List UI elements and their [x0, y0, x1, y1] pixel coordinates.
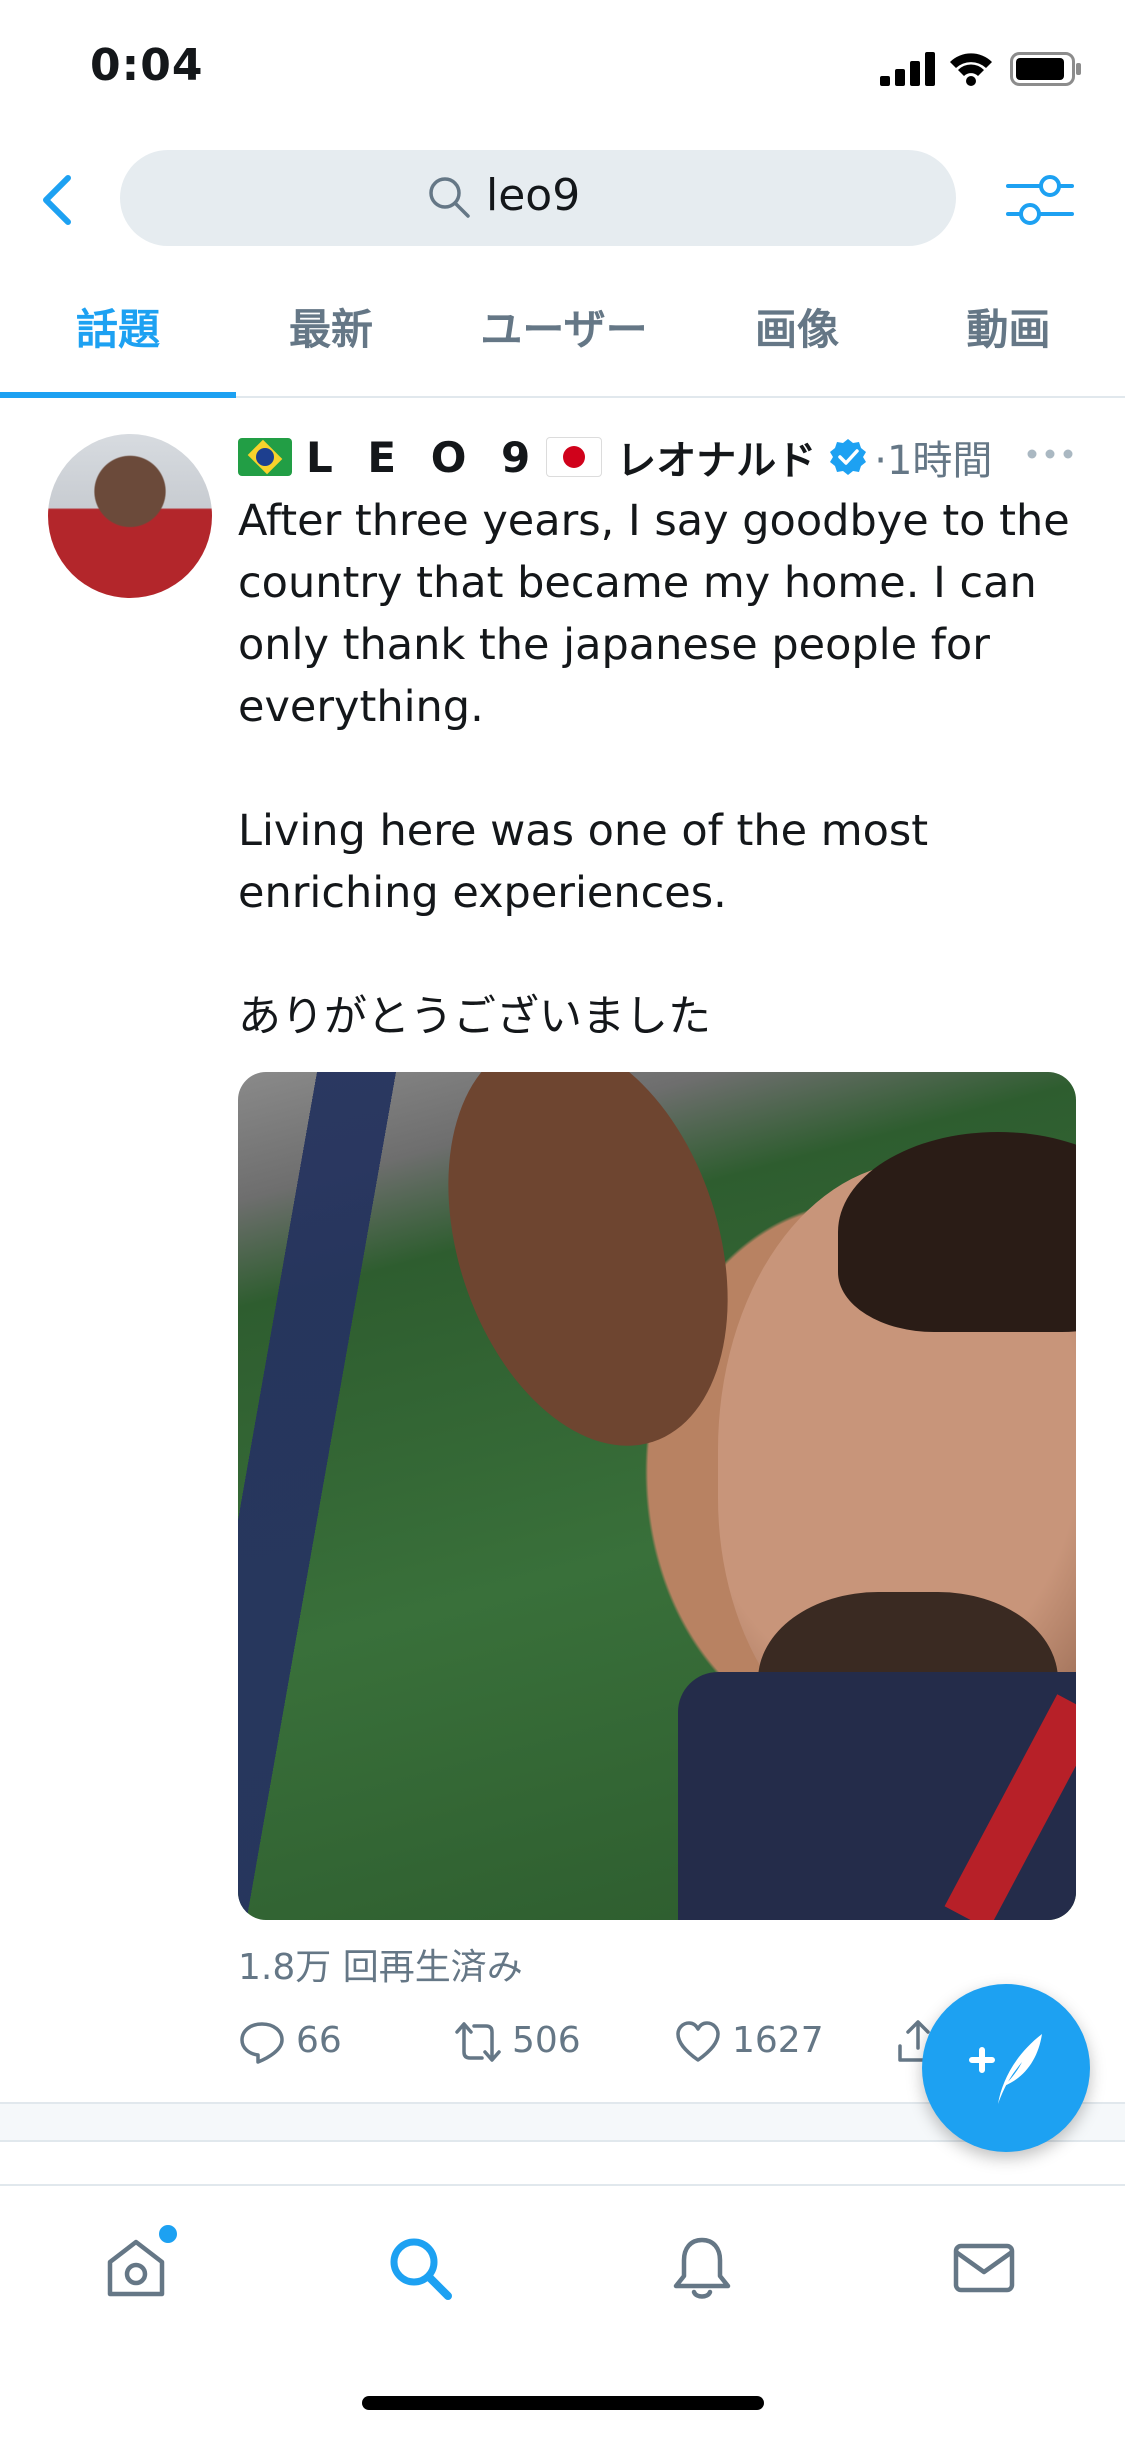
nav-messages[interactable] [948, 2232, 1028, 2312]
tab-images[interactable]: 画像 [702, 272, 892, 396]
tab-users[interactable]: ユーザー [426, 272, 702, 396]
brazil-flag-icon [238, 438, 292, 476]
more-dots-icon[interactable] [1026, 444, 1074, 464]
tweet[interactable]: L E O 9 レオナルド ·1時間 After three years, I s… [0, 398, 1125, 2104]
search-header: leo9 [0, 132, 1125, 272]
avatar[interactable] [48, 434, 212, 598]
reply-count: 66 [296, 2020, 342, 2061]
view-count: 1.8万 回再生済み [238, 1947, 523, 1988]
filter-sliders-icon[interactable] [1004, 164, 1076, 236]
search-icon [429, 177, 470, 218]
like-count: 1627 [732, 2020, 824, 2061]
messages-envelope-icon [953, 2243, 1015, 2293]
nav-notifications[interactable] [666, 2232, 746, 2312]
battery-icon [1010, 52, 1081, 86]
display-name-part2[interactable]: レオナルド [616, 428, 816, 486]
retweet-icon [455, 2022, 501, 2062]
tab-latest[interactable]: 最新 [236, 272, 426, 396]
tweet-paragraph: ありがとうございました [238, 992, 711, 1042]
cellular-signal-icon [880, 52, 935, 86]
status-time: 0:04 [90, 40, 204, 91]
home-indicator [362, 2396, 764, 2410]
reply-bubble-icon [240, 2022, 284, 2064]
search-bar[interactable]: leo9 [120, 150, 956, 246]
search-query[interactable]: leo9 [486, 170, 580, 221]
tweet-video[interactable] [238, 1072, 1076, 1920]
retweet-count: 506 [512, 2020, 581, 2061]
japan-flag-icon [546, 437, 603, 477]
wifi-icon [950, 53, 992, 86]
bottom-tab-bar [0, 2184, 1125, 2438]
tab-top[interactable]: 話題 [0, 272, 236, 396]
verified-badge-icon [830, 439, 867, 475]
notifications-bell-icon [673, 2237, 731, 2299]
tweet-paragraph: Living here was one of the most enrichin… [238, 806, 929, 918]
back-chevron-icon[interactable] [30, 168, 86, 232]
display-name-part1[interactable]: L E O 9 [306, 433, 540, 482]
heart-icon [676, 2021, 720, 2062]
status-bar: 0:04 [0, 0, 1125, 132]
search-tabs: 話題 最新 ユーザー 画像 動画 [0, 272, 1125, 398]
compose-tweet-button[interactable] [922, 1984, 1090, 2152]
search-icon [390, 2238, 452, 2300]
tweet-timestamp[interactable]: ·1時間 [874, 428, 992, 486]
nav-search[interactable] [384, 2232, 464, 2312]
tweet-paragraph: After three years, I say goodbye to the … [238, 496, 1070, 732]
tab-videos[interactable]: 動画 [892, 272, 1125, 396]
home-notification-dot [156, 2222, 180, 2246]
tweet-text: After three years, I say goodbye to the … [238, 490, 1088, 1048]
tweet-header: L E O 9 レオナルド ·1時間 [238, 428, 1078, 488]
compose-feather-icon [969, 2034, 1042, 2104]
